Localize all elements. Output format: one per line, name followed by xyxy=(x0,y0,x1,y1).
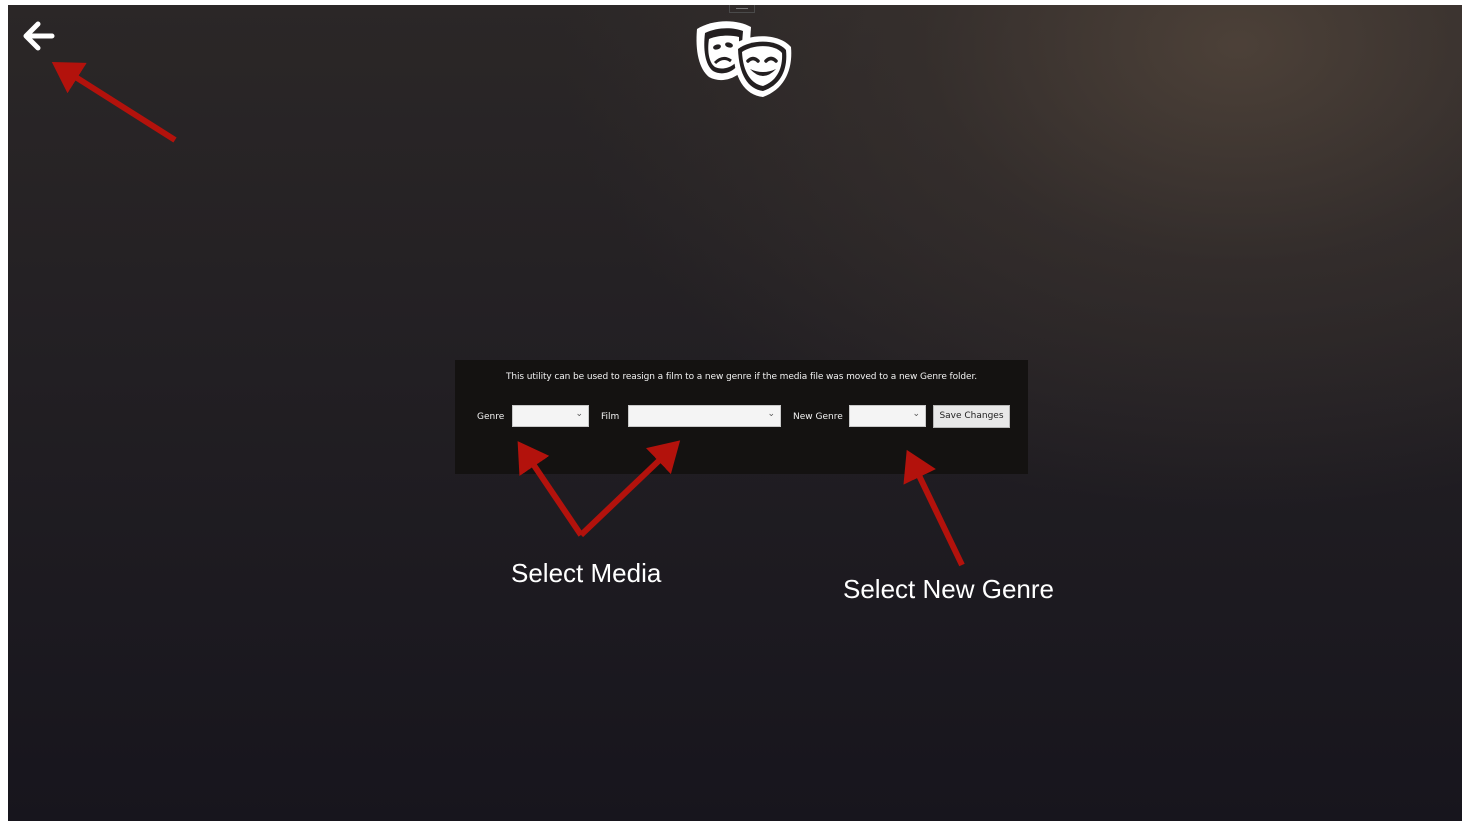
reassign-genre-panel: This utility can be used to reasign a fi… xyxy=(455,360,1028,474)
new-genre-label: New Genre xyxy=(793,412,843,422)
genre-label: Genre xyxy=(477,412,505,422)
select-new-genre-annotation: Select New Genre xyxy=(843,574,1054,604)
app-window: This utility can be used to reasign a fi… xyxy=(8,5,1462,821)
select-media-annotation: Select Media xyxy=(511,558,662,588)
utility-description: This utility can be used to reasign a fi… xyxy=(506,372,977,382)
chevron-down-icon: ⌄ xyxy=(575,409,583,419)
film-label: Film xyxy=(601,412,620,422)
chevron-down-icon: ⌄ xyxy=(767,409,775,419)
theater-masks-icon xyxy=(693,17,793,99)
genre-dropdown[interactable]: ⌄ xyxy=(512,405,589,427)
arrow-left-icon xyxy=(23,21,55,51)
back-button[interactable] xyxy=(16,17,56,57)
window-drag-handle[interactable] xyxy=(729,5,755,13)
arrow-to-back-button xyxy=(51,62,177,143)
film-dropdown[interactable]: ⌄ xyxy=(628,405,781,427)
arrow-to-new-genre-dropdown xyxy=(903,449,965,567)
save-changes-button[interactable]: Save Changes xyxy=(933,405,1010,428)
chevron-down-icon: ⌄ xyxy=(912,409,920,419)
new-genre-dropdown[interactable]: ⌄ xyxy=(849,405,926,427)
